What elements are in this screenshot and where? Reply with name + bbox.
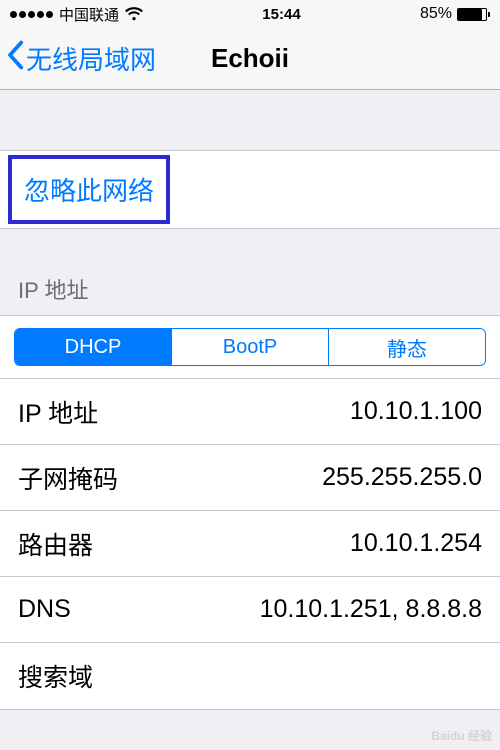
watermark: Baidu 经验: [431, 727, 492, 744]
section-header-ip: IP 地址: [0, 273, 500, 315]
row-label: 搜索域: [18, 658, 93, 694]
spacer: [0, 229, 500, 273]
cellular-signal-icon: [10, 11, 53, 18]
forget-network-button[interactable]: 忽略此网络: [8, 155, 170, 224]
row-value: 255.255.255.0: [322, 463, 482, 492]
clock-label: 15:44: [262, 6, 300, 23]
row-value: 10.10.1.254: [350, 529, 482, 558]
status-right: 85%: [420, 5, 490, 23]
row-label: DNS: [18, 595, 71, 624]
status-left: 中国联通: [10, 4, 143, 25]
segment-dhcp[interactable]: DHCP: [15, 329, 172, 365]
row-label: 子网掩码: [18, 460, 118, 496]
ip-details-list: IP 地址 10.10.1.100 子网掩码 255.255.255.0 路由器…: [0, 378, 500, 710]
row-value: 10.10.1.100: [350, 397, 482, 426]
row-value: 10.10.1.251, 8.8.8.8: [260, 595, 482, 624]
row-search-domains[interactable]: 搜索域: [0, 643, 500, 709]
segment-bootp[interactable]: BootP: [172, 329, 329, 365]
row-label: IP 地址: [18, 394, 98, 430]
row-router[interactable]: 路由器 10.10.1.254: [0, 511, 500, 577]
back-button[interactable]: 无线局域网: [0, 40, 156, 77]
nav-bar: 无线局域网 Echoii: [0, 28, 500, 90]
row-ip-address[interactable]: IP 地址 10.10.1.100: [0, 379, 500, 445]
segmented-container: DHCP BootP 静态: [0, 315, 500, 378]
row-subnet-mask[interactable]: 子网掩码 255.255.255.0: [0, 445, 500, 511]
carrier-label: 中国联通: [59, 4, 119, 25]
forget-network-cell: 忽略此网络: [0, 150, 500, 229]
battery-fill: [458, 9, 482, 20]
back-label: 无线局域网: [26, 40, 156, 77]
page-title: Echoii: [211, 43, 289, 74]
row-label: 路由器: [18, 526, 93, 562]
segment-static[interactable]: 静态: [329, 329, 485, 365]
row-dns[interactable]: DNS 10.10.1.251, 8.8.8.8: [0, 577, 500, 643]
battery-pct-label: 85%: [420, 5, 452, 23]
ip-mode-segmented: DHCP BootP 静态: [14, 328, 486, 366]
status-bar: 中国联通 15:44 85%: [0, 0, 500, 28]
spacer: [0, 90, 500, 150]
wifi-icon: [125, 7, 143, 21]
chevron-left-icon: [6, 40, 24, 77]
battery-icon: [457, 8, 490, 21]
